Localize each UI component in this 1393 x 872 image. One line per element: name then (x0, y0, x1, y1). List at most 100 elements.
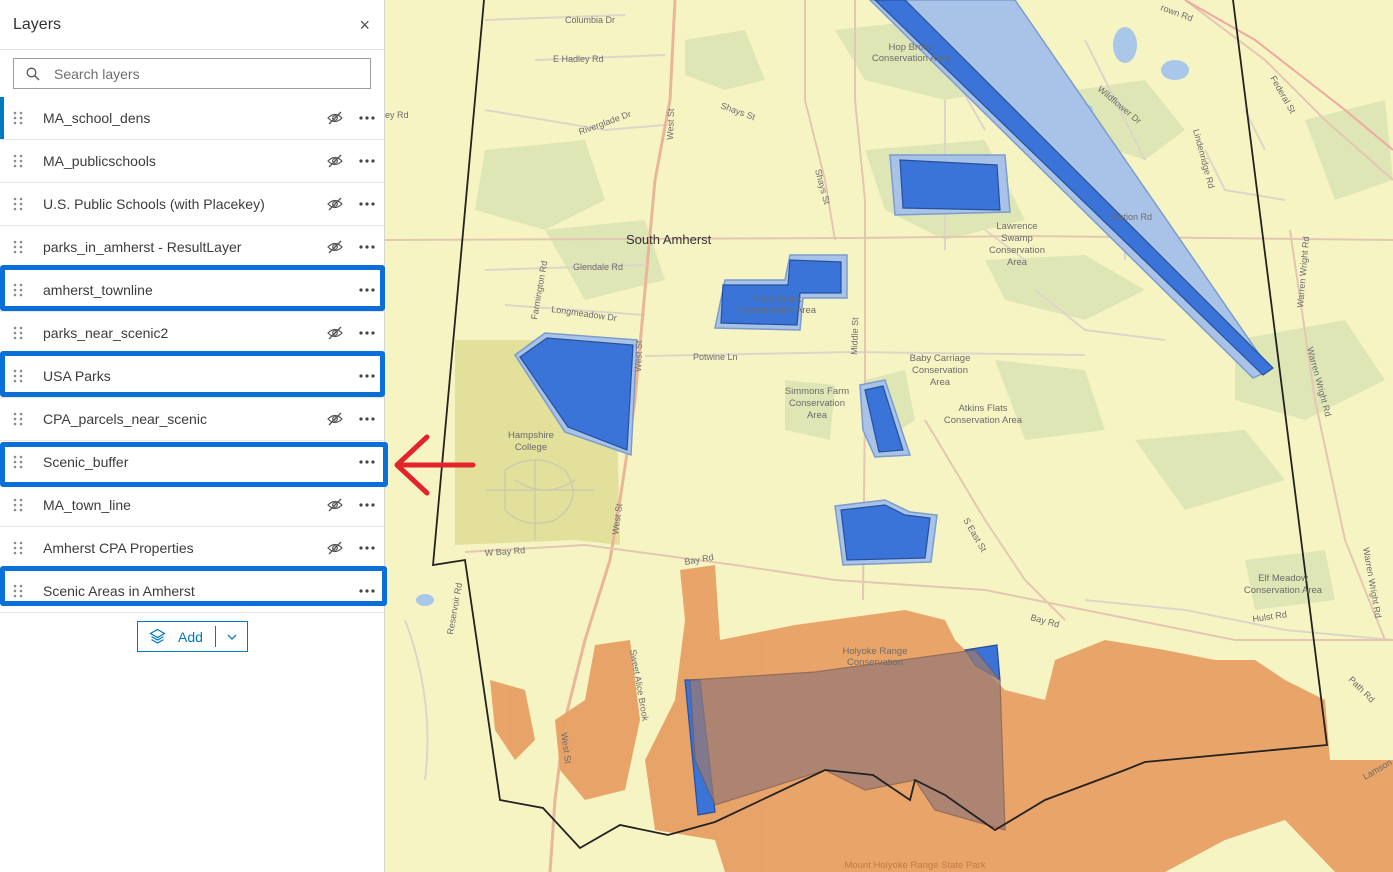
visibility-off-icon[interactable] (327, 154, 343, 168)
more-options-icon[interactable] (358, 287, 376, 293)
layer-label: CPA_parcels_near_scenic (43, 411, 207, 427)
layer-item[interactable]: parks_in_amherst - ResultLayer (0, 226, 384, 269)
search-box[interactable] (13, 58, 371, 89)
road-label: Hulst Rd (1252, 609, 1288, 624)
road-label: E Hadley Rd (553, 54, 604, 64)
area-label: Holyoke Range Conservation (843, 646, 908, 668)
layer-label: U.S. Public Schools (with Placekey) (43, 196, 265, 212)
drag-handle-icon[interactable] (13, 326, 23, 340)
road-label: Middle St (849, 317, 860, 355)
map-view[interactable]: South Amherst Columbia Dr E Hadley Rd ey… (385, 0, 1393, 872)
road-label: Bay Rd (1029, 612, 1060, 629)
drag-handle-icon[interactable] (13, 412, 23, 426)
more-options-icon[interactable] (358, 416, 376, 422)
road-label: Shays St (813, 168, 832, 206)
area-label: Baby Carriage Conservation Area (910, 353, 971, 388)
panel-title: Layers (13, 15, 62, 33)
search-icon (26, 67, 40, 80)
layer-item[interactable]: U.S. Public Schools (with Placekey) (0, 183, 384, 226)
layer-label: MA_school_dens (43, 110, 151, 126)
visibility-off-icon[interactable] (327, 498, 343, 512)
layer-label: Amherst CPA Properties (43, 540, 194, 556)
visibility-placeholder (327, 283, 343, 297)
more-options-icon[interactable] (358, 244, 376, 250)
layers-panel: Layers × MA_school_dens MA_publicschools (0, 0, 388, 872)
drag-handle-icon[interactable] (13, 455, 23, 469)
chevron-down-icon (227, 634, 237, 640)
road-label: S East St (961, 516, 989, 554)
more-options-icon[interactable] (358, 545, 376, 551)
drag-handle-icon[interactable] (13, 154, 23, 168)
road-label: Path Rd (1347, 674, 1377, 704)
layer-item[interactable]: Scenic_buffer (0, 441, 384, 484)
close-button[interactable]: × (359, 16, 370, 34)
drag-handle-icon[interactable] (13, 197, 23, 211)
road-label: Station Rd (1110, 212, 1152, 222)
road-label: rown Rd (1159, 2, 1194, 23)
visibility-placeholder (327, 584, 343, 598)
visibility-off-icon[interactable] (327, 111, 343, 125)
more-options-icon[interactable] (358, 158, 376, 164)
more-options-icon[interactable] (358, 373, 376, 379)
layer-item[interactable]: USA Parks (0, 355, 384, 398)
layer-item[interactable]: MA_school_dens (0, 97, 384, 140)
add-main[interactable]: Add (138, 622, 215, 651)
layer-label: Scenic Areas in Amherst (43, 583, 195, 599)
layer-item[interactable]: Scenic Areas in Amherst (0, 570, 384, 613)
layer-item[interactable]: CPA_parcels_near_scenic (0, 398, 384, 441)
place-label-south-amherst: South Amherst (626, 232, 712, 247)
road-label: Shays St (719, 100, 757, 122)
layer-label: MA_publicschools (43, 153, 156, 169)
road-label: Riverglade Dr (577, 109, 632, 137)
road-label: ey Rd (385, 110, 409, 120)
layer-label: amherst_townline (43, 282, 153, 298)
drag-handle-icon[interactable] (13, 369, 23, 383)
more-options-icon[interactable] (358, 201, 376, 207)
add-dropdown-button[interactable] (216, 622, 247, 651)
road-label: Longmeadow Dr (551, 304, 618, 323)
road-label: Bay Rd (684, 552, 715, 567)
road-label: Warren Wright Rd (1295, 236, 1311, 308)
more-options-icon[interactable] (358, 502, 376, 508)
visibility-off-icon[interactable] (327, 541, 343, 555)
layer-item[interactable]: MA_publicschools (0, 140, 384, 183)
add-layer-button[interactable]: Add (137, 621, 248, 652)
drag-handle-icon[interactable] (13, 541, 23, 555)
area-label: Atkins Flats Conservation Area (944, 403, 1023, 426)
road-label: West St (633, 340, 644, 372)
road-label: W Bay Rd (484, 545, 525, 558)
visibility-off-icon[interactable] (327, 326, 343, 340)
drag-handle-icon[interactable] (13, 584, 23, 598)
layer-list: MA_school_dens MA_publicschools U.S. Pub… (0, 97, 384, 613)
more-options-icon[interactable] (358, 588, 376, 594)
more-options-icon[interactable] (358, 459, 376, 465)
layer-item[interactable]: amherst_townline (0, 269, 384, 312)
drag-handle-icon[interactable] (13, 111, 23, 125)
layer-item[interactable]: parks_near_scenic2 (0, 312, 384, 355)
visibility-off-icon[interactable] (327, 412, 343, 426)
road-label: West St (665, 108, 676, 140)
layers-icon (149, 628, 166, 644)
add-button-label: Add (178, 628, 203, 645)
road-label: Columbia Dr (565, 15, 615, 25)
visibility-off-icon[interactable] (327, 240, 343, 254)
drag-handle-icon[interactable] (13, 498, 23, 512)
drag-handle-icon[interactable] (13, 240, 23, 254)
layer-label: Scenic_buffer (43, 454, 129, 470)
layer-label: parks_in_amherst - ResultLayer (43, 239, 242, 255)
layer-label: parks_near_scenic2 (43, 325, 169, 341)
panel-header: Layers × (0, 0, 384, 50)
visibility-off-icon[interactable] (327, 197, 343, 211)
area-label-state-park: Mount Holyoke Range State Park (845, 860, 986, 871)
area-label: Hampshire College (508, 430, 554, 453)
more-options-icon[interactable] (358, 330, 376, 336)
layer-item[interactable]: MA_town_line (0, 484, 384, 527)
road-label: Lindenridge Rd (1191, 128, 1216, 190)
search-input[interactable] (54, 65, 344, 82)
road-label: Federal St (1268, 74, 1298, 115)
more-options-icon[interactable] (358, 115, 376, 121)
drag-handle-icon[interactable] (13, 283, 23, 297)
layer-item[interactable]: Amherst CPA Properties (0, 527, 384, 570)
map-canvas[interactable]: South Amherst Columbia Dr E Hadley Rd ey… (385, 0, 1393, 872)
road-label: Potwine Ln (693, 352, 738, 362)
